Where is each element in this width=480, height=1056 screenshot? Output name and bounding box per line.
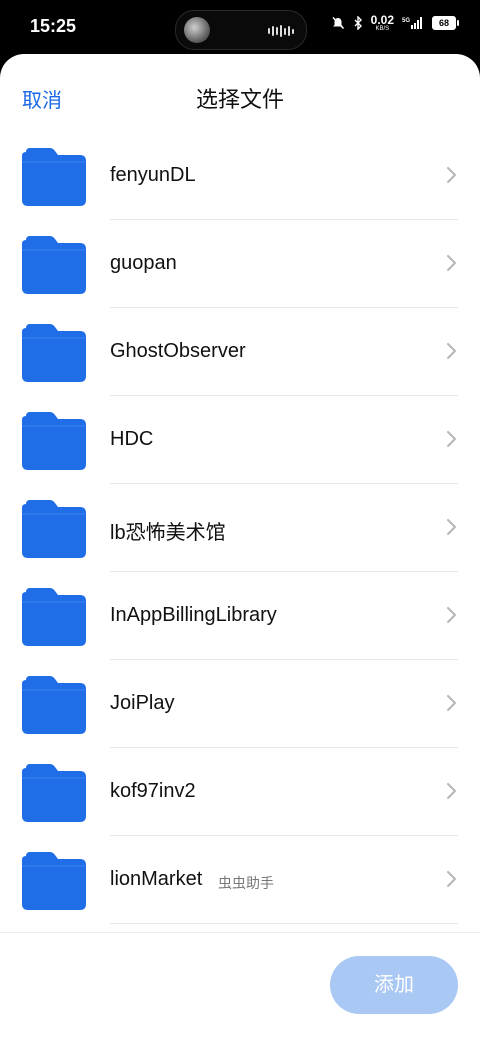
file-name: GhostObserver xyxy=(110,340,246,362)
folder-icon xyxy=(22,148,86,206)
folder-icon xyxy=(22,764,86,822)
chevron-right-icon xyxy=(447,783,456,799)
folder-icon xyxy=(22,588,86,646)
file-name: JoiPlay xyxy=(110,692,175,714)
file-list-item[interactable]: fenyunDL xyxy=(0,132,480,220)
signal-icon: 5G xyxy=(402,17,422,29)
bluetooth-icon xyxy=(354,16,362,30)
file-list-item[interactable]: lb恐怖美术馆 xyxy=(0,484,480,572)
chevron-right-icon xyxy=(447,343,456,359)
file-picker-sheet: 取消 选择文件 fenyunDL guopan GhostObserver HD… xyxy=(0,54,480,1056)
chevron-right-icon xyxy=(447,519,456,535)
audio-wave-icon xyxy=(268,25,294,37)
chevron-right-icon xyxy=(447,431,456,447)
chevron-right-icon xyxy=(447,695,456,711)
chevron-right-icon xyxy=(447,167,456,183)
dynamic-island[interactable] xyxy=(175,10,307,50)
sheet-header: 取消 选择文件 xyxy=(0,54,480,140)
file-list-item[interactable]: InAppBillingLibrary xyxy=(0,572,480,660)
file-list-item[interactable]: lionMarket 虫虫助手 xyxy=(0,836,480,924)
footer-divider xyxy=(0,932,480,933)
mute-icon xyxy=(332,16,344,30)
file-list-item[interactable]: JoiPlay xyxy=(0,660,480,748)
chevron-right-icon xyxy=(447,607,456,623)
file-list: fenyunDL guopan GhostObserver HDC lb恐怖美术… xyxy=(0,132,480,924)
chevron-right-icon xyxy=(447,255,456,271)
media-avatar xyxy=(184,17,210,43)
status-icons: 0.02 KB/S 5G 68 xyxy=(331,13,459,32)
file-list-item[interactable]: kof97inv2 xyxy=(0,748,480,836)
file-name: fenyunDL xyxy=(110,164,196,186)
file-name: HDC xyxy=(110,428,154,450)
folder-icon xyxy=(22,236,86,294)
add-button[interactable]: 添加 xyxy=(330,956,458,1014)
chevron-right-icon xyxy=(447,871,456,887)
status-bar: 15:25 0.02 KB/S 5G 68 xyxy=(0,0,480,56)
file-list-item[interactable]: guopan xyxy=(0,220,480,308)
file-name: lb恐怖美术馆 xyxy=(110,522,226,544)
file-name: kof97inv2 xyxy=(110,780,196,802)
file-list-item[interactable]: GhostObserver xyxy=(0,308,480,396)
file-tag: 虫虫助手 xyxy=(218,875,274,891)
file-name: guopan xyxy=(110,252,177,274)
network-speed: 0.02 KB/S xyxy=(370,13,394,32)
file-name: InAppBillingLibrary xyxy=(110,604,277,626)
svg-text:5G: 5G xyxy=(402,18,410,24)
page-title: 选择文件 xyxy=(195,87,284,112)
battery-icon: 68 xyxy=(432,16,459,30)
folder-icon xyxy=(22,412,86,470)
folder-icon xyxy=(22,324,86,382)
folder-icon xyxy=(22,500,86,558)
folder-icon xyxy=(22,852,86,910)
clock: 15:25 xyxy=(30,16,77,36)
file-list-item[interactable]: HDC xyxy=(0,396,480,484)
file-name: lionMarket xyxy=(110,868,203,890)
folder-icon xyxy=(22,676,86,734)
row-divider xyxy=(110,923,458,924)
